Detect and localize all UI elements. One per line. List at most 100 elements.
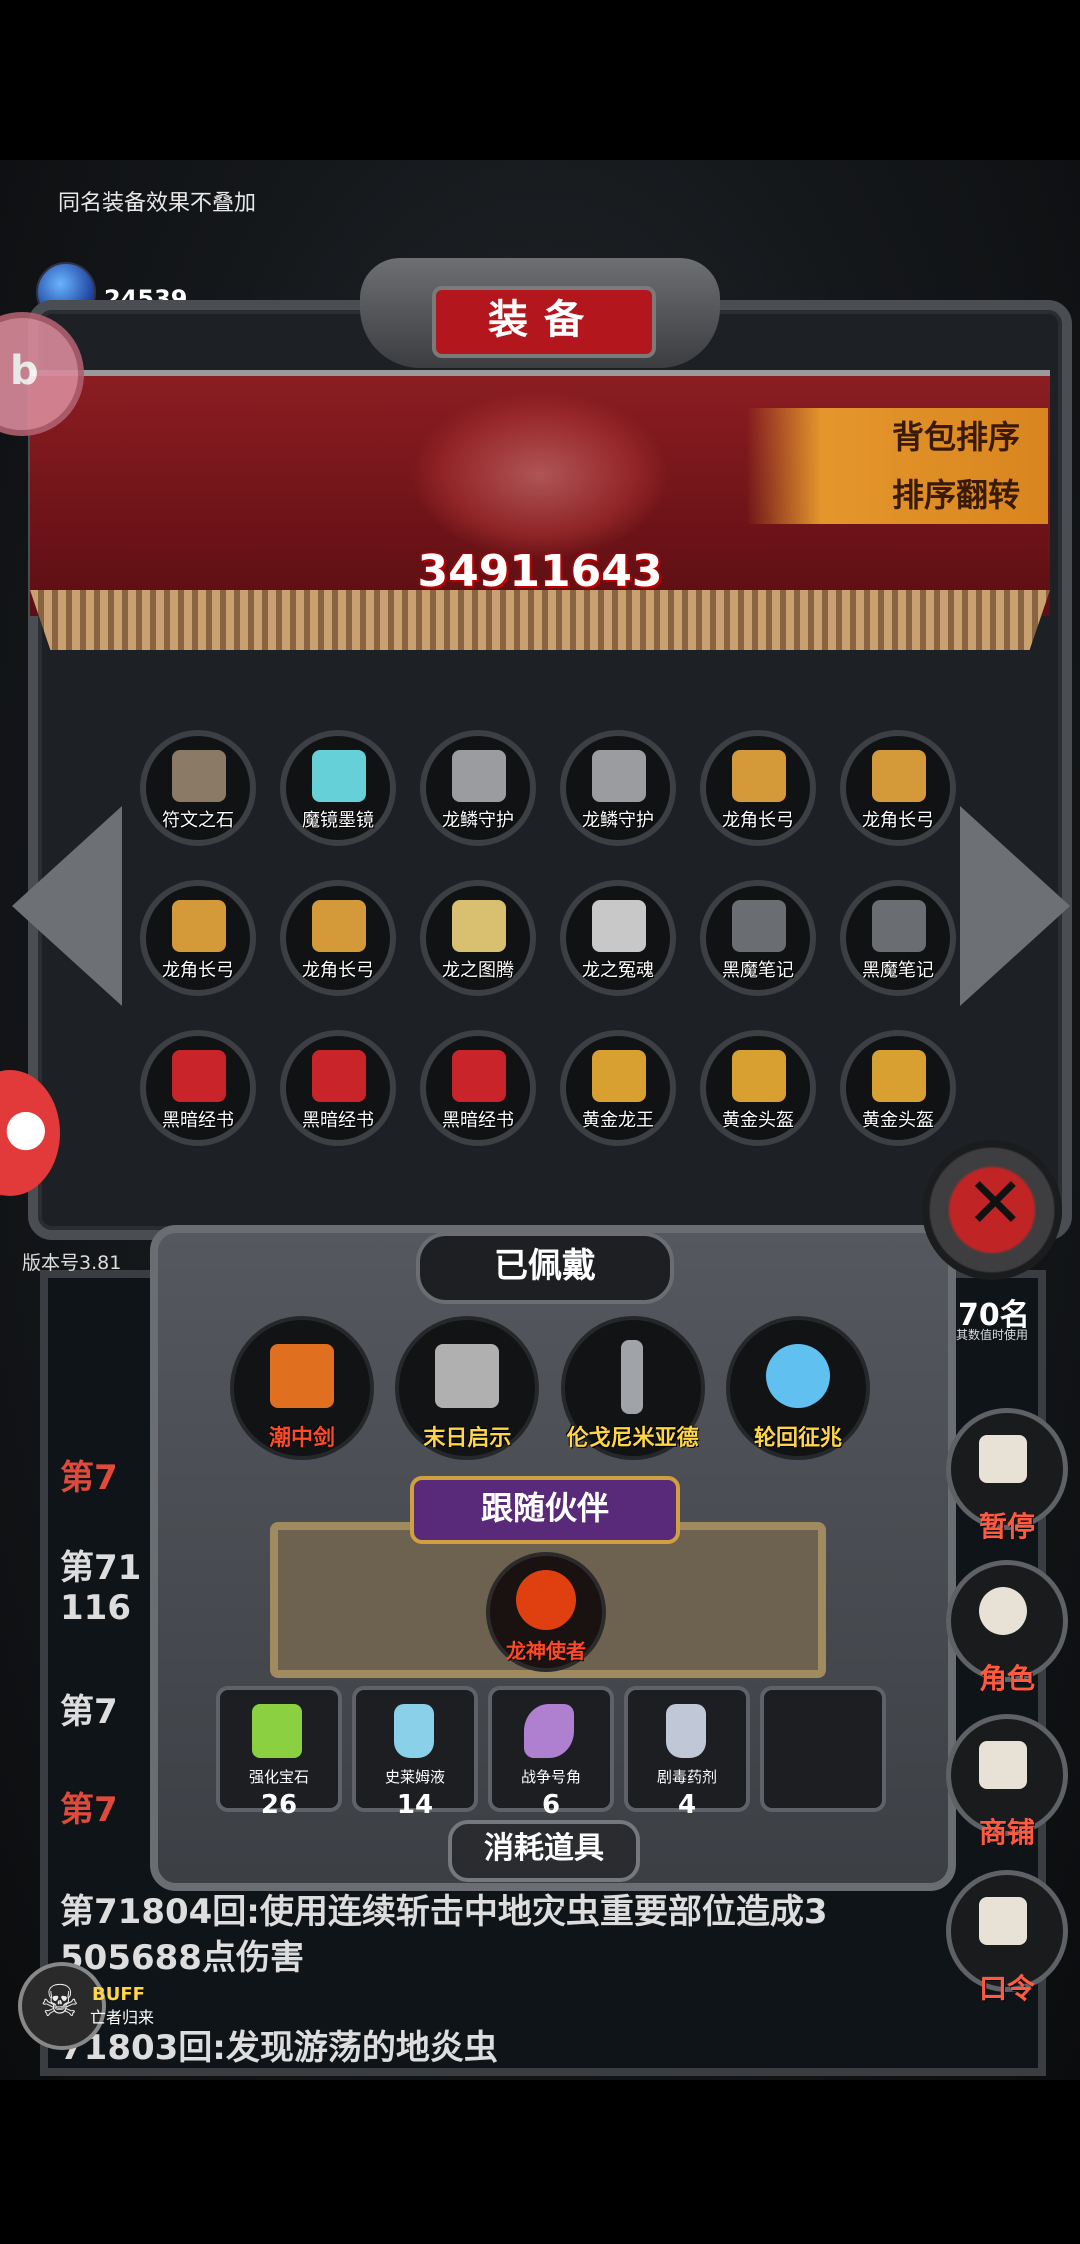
close-button[interactable]: ✕ (922, 1140, 1062, 1280)
equipment-slot[interactable]: 黑暗经书 (420, 1030, 536, 1146)
page-title: 装备 (432, 286, 656, 358)
equipment-label: 龙鳞守护 (442, 810, 514, 831)
pause-button[interactable]: 暂停 (946, 1408, 1068, 1543)
consumable-label: 强化宝石 (248, 1768, 309, 1786)
character-icon (979, 1587, 1027, 1635)
side-button-label: 暂停 (978, 1510, 1035, 1543)
equipment-label: 龙角长弓 (862, 810, 934, 831)
equipment-slot[interactable]: 龙角长弓 (140, 880, 256, 996)
partner-slot[interactable]: 龙神使者 (486, 1552, 606, 1672)
equipment-label: 黑魔笔记 (862, 960, 934, 981)
equipment-slot[interactable]: 龙之冤魂 (560, 880, 676, 996)
flame-dragon-icon (516, 1570, 576, 1630)
worn-slot[interactable]: 潮中剑 (230, 1316, 374, 1460)
partner-name: 龙神使者 (506, 1639, 586, 1663)
equipment-slot[interactable]: 龙角长弓 (840, 730, 956, 846)
dragon-spirit-icon (592, 900, 646, 952)
equipment-slot[interactable]: 龙角长弓 (700, 730, 816, 846)
log-line: 第71804回:使用连续斩击中地灾虫重要部位造成3 (60, 1892, 828, 1932)
log-line: 第7 (60, 1692, 118, 1732)
equipment-label: 龙角长弓 (722, 810, 794, 831)
consumable-label: 史莱姆液 (384, 1768, 445, 1786)
close-icon: ✕ (966, 1162, 1025, 1244)
potion-bottle-icon (394, 1704, 434, 1758)
consumables-row: 强化宝石 26 史莱姆液 14 战争号角 6 剧毒药剂 4 (216, 1686, 886, 1820)
bow-icon (172, 900, 226, 952)
log-line: 116 (60, 1588, 131, 1628)
banner-fringe (30, 590, 1050, 650)
consumable-label: 剧毒药剂 (656, 1768, 717, 1786)
equipment-label: 龙角长弓 (302, 960, 374, 981)
equipment-label: 魔镜墨镜 (302, 810, 374, 831)
dragon-totem-icon (452, 900, 506, 952)
golden-helmet-icon (732, 1050, 786, 1102)
consumable-count: 4 (677, 1790, 697, 1820)
consumable-slot[interactable]: 强化宝石 26 (216, 1686, 342, 1820)
golden-dragon-icon (592, 1050, 646, 1102)
equipment-slot[interactable]: 黑魔笔记 (700, 880, 816, 996)
equipment-label: 龙之冤魂 (582, 960, 654, 981)
equipment-label: 黄金头盔 (722, 1110, 794, 1131)
equipment-slot[interactable]: 符文之石 (140, 730, 256, 846)
shop-button[interactable]: 商铺 (946, 1714, 1068, 1849)
consumable-slot[interactable]: 剧毒药剂 4 (624, 1686, 750, 1820)
equipment-label: 黑魔笔记 (722, 960, 794, 981)
partner-title: 跟随伙伴 (410, 1476, 680, 1544)
equipment-slot[interactable]: 龙之图腾 (420, 880, 536, 996)
bow-icon (872, 750, 926, 802)
consumable-count: 14 (396, 1790, 434, 1820)
worn-items: 潮中剑 末日启示 伦戈尼米亚德 轮回征兆 (230, 1316, 870, 1460)
worn-label: 伦戈尼米亚德 (566, 1426, 699, 1451)
sort-bag-button[interactable]: 背包排序 (746, 408, 1048, 466)
black-book-icon (732, 900, 786, 952)
side-button-label: 商铺 (978, 1816, 1035, 1849)
user-icon: ● (4, 1098, 48, 1156)
worn-label: 轮回征兆 (753, 1426, 842, 1451)
equipment-label: 黑暗经书 (162, 1110, 234, 1131)
equipment-slot[interactable]: 魔镜墨镜 (280, 730, 396, 846)
side-button-label: 口令 (978, 1972, 1035, 2005)
equipment-label: 黑暗经书 (302, 1110, 374, 1131)
dragon-shield-icon (592, 750, 646, 802)
consumable-slot[interactable]: 战争号角 6 (488, 1686, 614, 1820)
power-score: 34911643 (417, 546, 663, 597)
reverse-sort-button[interactable]: 排序翻转 (746, 466, 1048, 524)
worn-slot[interactable]: 伦戈尼米亚德 (560, 1316, 705, 1460)
code-button[interactable]: 口令 (946, 1870, 1068, 2005)
code-book-icon (979, 1897, 1027, 1945)
empty-consumable-slot[interactable] (760, 1686, 886, 1812)
equipment-slot[interactable]: 黄金龙王 (560, 1030, 676, 1146)
worn-label: 末日启示 (423, 1426, 512, 1451)
buff-title: BUFF (92, 1984, 145, 2005)
log-line: 第7 (60, 1458, 118, 1498)
bow-icon (732, 750, 786, 802)
dragon-shield-icon (452, 750, 506, 802)
worn-slot[interactable]: 轮回征兆 (725, 1316, 870, 1460)
sword-icon (270, 1344, 334, 1408)
consumable-count: 6 (541, 1790, 561, 1820)
consumables-title: 消耗道具 (448, 1820, 640, 1882)
consumable-slot[interactable]: 史莱姆液 14 (352, 1686, 478, 1820)
side-button-label: 角色 (978, 1662, 1035, 1695)
crossed-swords-emblem-icon (410, 390, 670, 560)
equipment-slot[interactable]: 龙鳞守护 (420, 730, 536, 846)
dice-icon (979, 1435, 1027, 1483)
equipment-slot[interactable]: 龙角长弓 (280, 880, 396, 996)
equipment-slot[interactable]: 黑魔笔记 (840, 880, 956, 996)
worn-slot[interactable]: 末日启示 (395, 1316, 540, 1460)
golden-helmet-icon (872, 1050, 926, 1102)
consumable-label: 战争号角 (520, 1768, 581, 1786)
equipment-label: 符文之石 (162, 810, 234, 831)
buff-subtitle: 亡者归来 (90, 2008, 155, 2027)
equipment-slot[interactable]: 黄金头盔 (700, 1030, 816, 1146)
equipment-slot[interactable]: 黄金头盔 (840, 1030, 956, 1146)
equipment-slot[interactable]: 黑暗经书 (140, 1030, 256, 1146)
magic-mirror-icon (312, 750, 366, 802)
equipment-label: 黄金头盔 (862, 1110, 934, 1131)
equipment-slot[interactable]: 黑暗经书 (280, 1030, 396, 1146)
character-button[interactable]: 角色 (946, 1560, 1068, 1695)
worn-label: 潮中剑 (268, 1426, 335, 1451)
equipment-slot[interactable]: 龙鳞守护 (560, 730, 676, 846)
gem-shard-icon (252, 1704, 302, 1758)
mace-icon (435, 1344, 500, 1408)
